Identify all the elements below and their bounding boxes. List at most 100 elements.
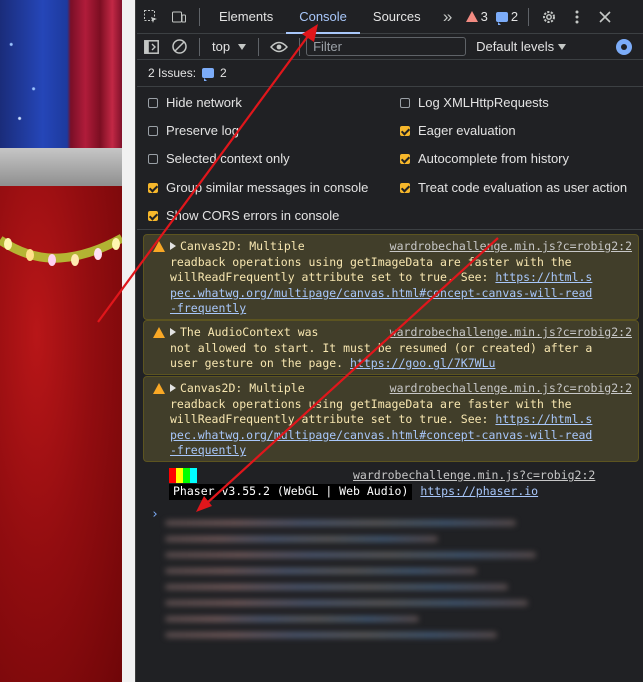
hide-network-option[interactable]: Hide network [148,95,242,110]
message-link[interactable]: https://html.s [495,412,592,426]
expand-triangle-icon[interactable] [170,384,176,392]
eager-evaluation-checkbox[interactable] [400,125,410,136]
expand-triangle-icon[interactable] [170,242,176,250]
issues-label: 2 Issues: [148,66,197,80]
selected-context-checkbox[interactable] [148,153,158,164]
phaser-bar [190,468,197,483]
warning-icon [153,327,165,338]
starry-sky [0,0,56,148]
message-source-link[interactable]: wardrobechallenge.min.js?c=robig2:2 [390,381,632,397]
group-similar-checkbox[interactable] [148,182,158,193]
show-cors-label: Show CORS errors in console [166,208,340,223]
preserve-log-option[interactable]: Preserve log [148,123,239,138]
console-messages: wardrobechallenge.min.js?c=robig2:2 Canv… [137,230,643,682]
warning-icon [153,241,165,252]
game-page-viewport[interactable] [0,0,122,682]
message-link-cont[interactable]: -frequently [170,443,246,457]
message-link-cont[interactable]: -frequently [170,301,246,315]
message-link[interactable]: https://html.s [495,270,592,284]
close-devtools-icon[interactable] [591,0,619,34]
message-text: not allowed to start. It must be resumed… [170,340,593,355]
message-text: user gesture on the page. [170,356,351,371]
phaser-bar [169,468,176,483]
warnings-counter[interactable]: 3 [462,9,492,24]
hide-network-label: Hide network [166,95,242,110]
treat-code-eval-option[interactable]: Treat code evaluation as user action [400,180,627,195]
chevron-down-icon [238,43,247,50]
group-similar-option[interactable]: Group similar messages in console [148,180,368,195]
expand-triangle-icon[interactable] [170,328,176,336]
message-text: readback operations using getImageData a… [170,254,572,269]
message-text: willReadFrequently attribute set to true… [170,270,496,285]
autocomplete-option[interactable]: Autocomplete from history [400,151,569,166]
phaser-color-bars [169,468,197,483]
phaser-banner: Phaser v3.55.2 (WebGL | Web Audio) https… [169,484,538,500]
message-link-cont[interactable]: pec.whatwg.org/multipage/canvas.html#con… [170,286,592,300]
more-tabs-button[interactable]: » [434,0,462,34]
context-selector[interactable]: top [206,39,252,54]
kebab-menu-icon[interactable] [563,0,591,34]
console-filter-bar: top Default levels [137,34,643,60]
console-warning[interactable]: wardrobechallenge.min.js?c=robig2:2 Canv… [143,234,639,320]
message-text: willReadFrequently attribute set to true… [170,412,496,427]
log-levels-label: Default levels [476,39,555,54]
context-label: top [212,39,231,54]
device-toolbar-icon[interactable] [165,0,193,34]
message-link-cont[interactable]: pec.whatwg.org/multipage/canvas.html#con… [170,428,592,442]
inspect-element-icon[interactable] [137,0,165,34]
console-warning[interactable]: wardrobechallenge.min.js?c=robig2:2 Canv… [143,376,639,462]
issues-bar[interactable]: 2 Issues: 2 [137,60,643,87]
chevron-down-icon [558,43,567,50]
tab-sources[interactable]: Sources [360,0,434,34]
selected-context-option[interactable]: Selected context only [148,151,290,166]
phaser-version-tag: Phaser v3.55.2 (WebGL | Web Audio) [169,484,413,500]
message-text: Canvas2D: Multiple [180,239,305,253]
live-expression-eye-icon[interactable] [265,30,293,64]
console-warning[interactable]: wardrobechallenge.min.js?c=robig2:2 The … [143,320,639,375]
messages-counter[interactable]: 2 [492,9,522,25]
message-source-link[interactable]: wardrobechallenge.min.js?c=robig2:2 [390,239,632,255]
tab-console[interactable]: Console [286,0,360,34]
sidebar-toggle-icon[interactable] [137,30,165,64]
message-text: Canvas2D: Multiple [180,381,305,395]
selected-context-label: Selected context only [166,151,290,166]
hide-network-checkbox[interactable] [148,97,158,108]
console-filter-input[interactable] [306,37,467,56]
log-xhr-label: Log XMLHttpRequests [418,95,549,110]
treat-code-eval-checkbox[interactable] [400,182,410,193]
message-icon [495,11,508,25]
tab-elements[interactable]: Elements [206,0,286,34]
log-xhr-checkbox[interactable] [400,97,410,108]
blurred-console-input[interactable] [165,510,555,660]
message-link[interactable]: https://goo.gl/7K7WLu [350,356,495,370]
phaser-bar [183,468,190,483]
filter-separator-2 [258,37,260,56]
clear-console-icon[interactable] [165,30,193,64]
preserve-log-label: Preserve log [166,123,239,138]
settings-gear-icon[interactable] [535,0,563,34]
phaser-link[interactable]: https://phaser.io [420,484,538,500]
autocomplete-checkbox[interactable] [400,153,410,164]
phaser-bar [176,468,183,483]
stage-floor [0,148,122,186]
log-levels-dropdown[interactable]: Default levels [476,39,567,54]
light-garland [0,234,122,266]
devtools-resize-handle[interactable] [122,0,136,682]
issues-count: 2 [220,66,227,80]
messages-count: 2 [510,9,519,24]
log-xhr-option[interactable]: Log XMLHttpRequests [400,95,549,110]
preserve-log-checkbox[interactable] [148,125,158,136]
warning-icon [153,383,165,394]
eager-evaluation-option[interactable]: Eager evaluation [400,123,516,138]
warning-icon [465,11,478,22]
show-cors-option[interactable]: Show CORS errors in console [148,208,339,223]
filter-separator [199,37,200,56]
message-source-link[interactable]: wardrobechallenge.min.js?c=robig2:2 [390,325,632,341]
console-settings-pane: Hide network Preserve log Selected conte… [137,87,643,230]
issue-message-icon [202,68,215,81]
console-prompt-chevron[interactable]: › [151,507,159,523]
console-settings-gear-icon[interactable] [616,39,632,55]
phaser-source-link[interactable]: wardrobechallenge.min.js?c=robig2:2 [353,468,595,484]
warnings-count: 3 [480,9,488,24]
show-cors-checkbox[interactable] [148,210,158,221]
